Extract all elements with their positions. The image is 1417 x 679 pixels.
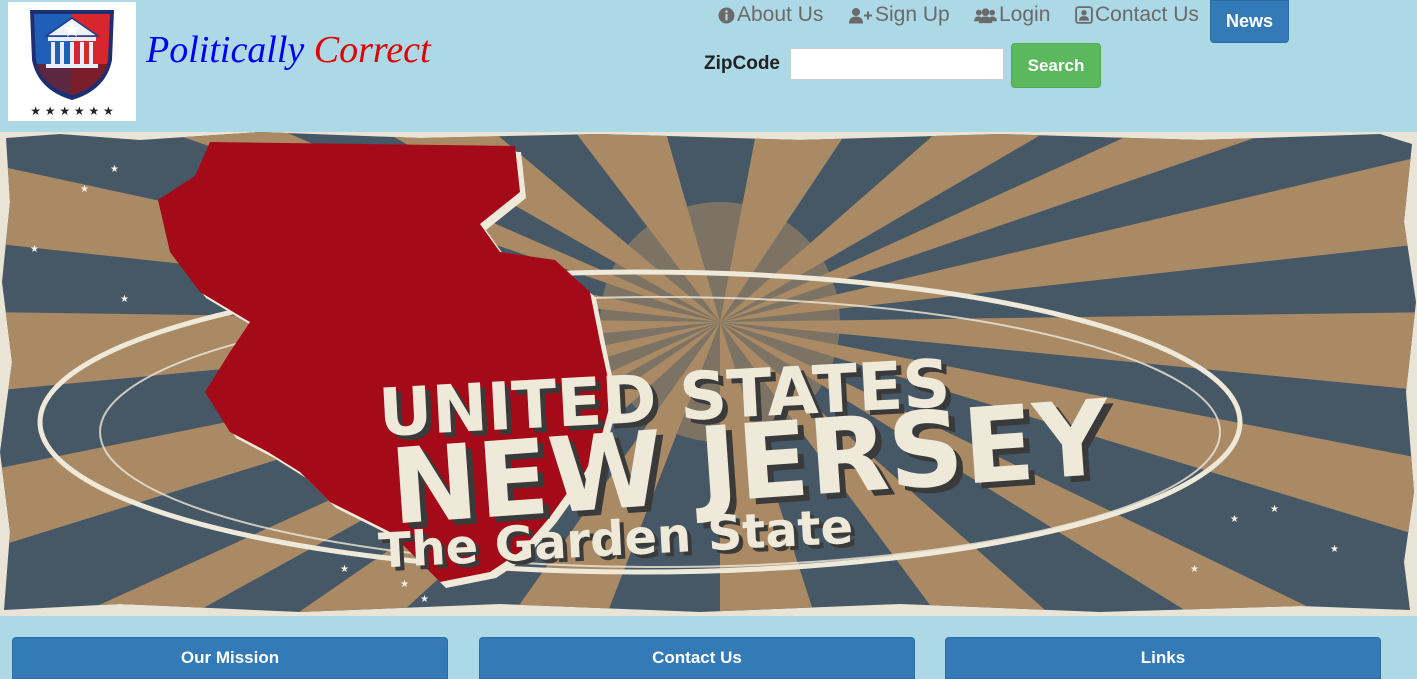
nav-sign-up[interactable]: Sign Up bbox=[849, 0, 950, 30]
svg-text:★: ★ bbox=[1330, 544, 1339, 555]
svg-text:★ ★ ★ ★ ★ ★: ★ ★ ★ ★ ★ ★ bbox=[30, 104, 114, 118]
svg-text:★: ★ bbox=[340, 564, 349, 575]
nav-contact-us-label: Contact Us bbox=[1095, 3, 1199, 26]
search-button[interactable]: Search bbox=[1011, 43, 1101, 88]
svg-text:★: ★ bbox=[110, 164, 119, 175]
user-plus-icon bbox=[849, 7, 872, 23]
nav-login-label: Login bbox=[999, 3, 1051, 26]
nav-about-us-label: About Us bbox=[737, 3, 824, 26]
news-button[interactable]: News bbox=[1210, 0, 1289, 43]
svg-text:★: ★ bbox=[1230, 514, 1239, 525]
nav-contact-us[interactable]: Contact Us bbox=[1075, 0, 1199, 30]
svg-text:★: ★ bbox=[1190, 564, 1199, 575]
new-jersey-banner-image: ★★★ ★★★ ★★★ ★★ UNITED STATES UNITED STAT… bbox=[0, 132, 1416, 612]
brand-title-part1: Politically bbox=[146, 29, 305, 71]
nav-login[interactable]: Login bbox=[974, 0, 1050, 30]
svg-text:★: ★ bbox=[80, 184, 89, 195]
site-header: ★ ★ ★ ★ ★ ★ Politically Correct About Us… bbox=[0, 0, 1417, 132]
shield-logo-icon: ★ ★ ★ ★ ★ ★ bbox=[30, 10, 114, 118]
hero-banner: ★ ★ ★ ★ ★ ★ ★ ★ ★ ★ ★ UNITED STATES UNITED STAT… bbox=[0, 132, 1417, 616]
brand-title[interactable]: Politically Correct bbox=[146, 28, 431, 72]
svg-text:★: ★ bbox=[30, 244, 39, 255]
site-logo[interactable]: ★ ★ ★ ★ ★ ★ bbox=[8, 2, 136, 121]
panel-links[interactable]: Links bbox=[945, 637, 1381, 679]
users-icon bbox=[974, 7, 997, 23]
nav-about-us[interactable]: About Us bbox=[718, 0, 823, 30]
zipcode-label: ZipCode bbox=[704, 53, 780, 74]
panel-our-mission[interactable]: Our Mission bbox=[12, 637, 448, 679]
svg-text:★: ★ bbox=[120, 294, 129, 305]
info-circle-icon bbox=[718, 7, 735, 23]
svg-text:★: ★ bbox=[1270, 504, 1279, 515]
panel-contact-us[interactable]: Contact Us bbox=[479, 637, 915, 679]
zipcode-input[interactable] bbox=[790, 48, 1004, 80]
svg-text:★: ★ bbox=[420, 594, 429, 605]
contact-card-icon bbox=[1075, 6, 1093, 24]
nav-sign-up-label: Sign Up bbox=[875, 3, 950, 26]
brand-title-part2: Correct bbox=[313, 29, 431, 71]
